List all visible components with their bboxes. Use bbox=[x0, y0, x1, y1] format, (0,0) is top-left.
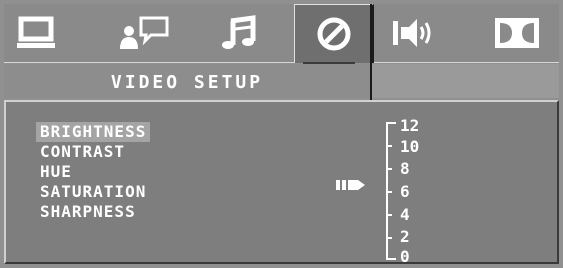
menu-item-hue[interactable]: HUE bbox=[36, 162, 150, 182]
scale-label: 0 bbox=[400, 247, 410, 266]
tab-general[interactable] bbox=[4, 4, 68, 62]
menu-item-sharpness[interactable]: SHARPNESS bbox=[36, 202, 150, 222]
scale-tick bbox=[386, 191, 392, 193]
scale-tick bbox=[386, 258, 396, 260]
video-setup-panel: BRIGHTNESS CONTRAST HUE SATURATION SHARP… bbox=[4, 100, 559, 266]
tab-audio[interactable] bbox=[209, 4, 269, 62]
tab-language[interactable] bbox=[109, 4, 179, 62]
divider bbox=[370, 4, 372, 100]
scale-tick bbox=[386, 145, 392, 147]
scale-tick bbox=[386, 214, 392, 216]
tab-video[interactable] bbox=[294, 4, 374, 63]
speaker-icon bbox=[393, 19, 431, 47]
dolby-icon bbox=[495, 18, 539, 48]
scale-label: 12 bbox=[400, 116, 420, 135]
audio-note-icon bbox=[222, 15, 256, 49]
value-scale[interactable]: 12 10 8 6 4 2 0 bbox=[378, 116, 438, 266]
title-strip-right bbox=[372, 64, 559, 98]
menu-item-contrast[interactable]: CONTRAST bbox=[36, 142, 150, 162]
monitor-icon bbox=[17, 16, 55, 48]
setup-tab-bar bbox=[4, 4, 559, 63]
scale-tick bbox=[386, 168, 392, 170]
scale-label: 2 bbox=[400, 227, 410, 246]
tab-speaker[interactable] bbox=[379, 4, 449, 62]
scale-tick bbox=[386, 122, 396, 124]
scale-label: 6 bbox=[400, 182, 410, 201]
video-disc-icon bbox=[317, 17, 350, 51]
menu-item-brightness[interactable]: BRIGHTNESS bbox=[36, 122, 151, 142]
scale-label: 10 bbox=[400, 137, 420, 156]
language-icon bbox=[120, 16, 169, 49]
tab-dolby[interactable] bbox=[482, 4, 552, 62]
scale-label: 4 bbox=[400, 205, 410, 224]
arrow-pointer-icon bbox=[336, 180, 365, 190]
scale-label: 8 bbox=[400, 159, 410, 178]
title-strip: VIDEO SETUP bbox=[4, 64, 370, 98]
menu-item-saturation[interactable]: SATURATION bbox=[36, 182, 150, 202]
page-title: VIDEO SETUP bbox=[110, 72, 264, 93]
video-setup-menu: BRIGHTNESS CONTRAST HUE SATURATION SHARP… bbox=[36, 122, 151, 222]
scale-tick bbox=[386, 237, 392, 239]
